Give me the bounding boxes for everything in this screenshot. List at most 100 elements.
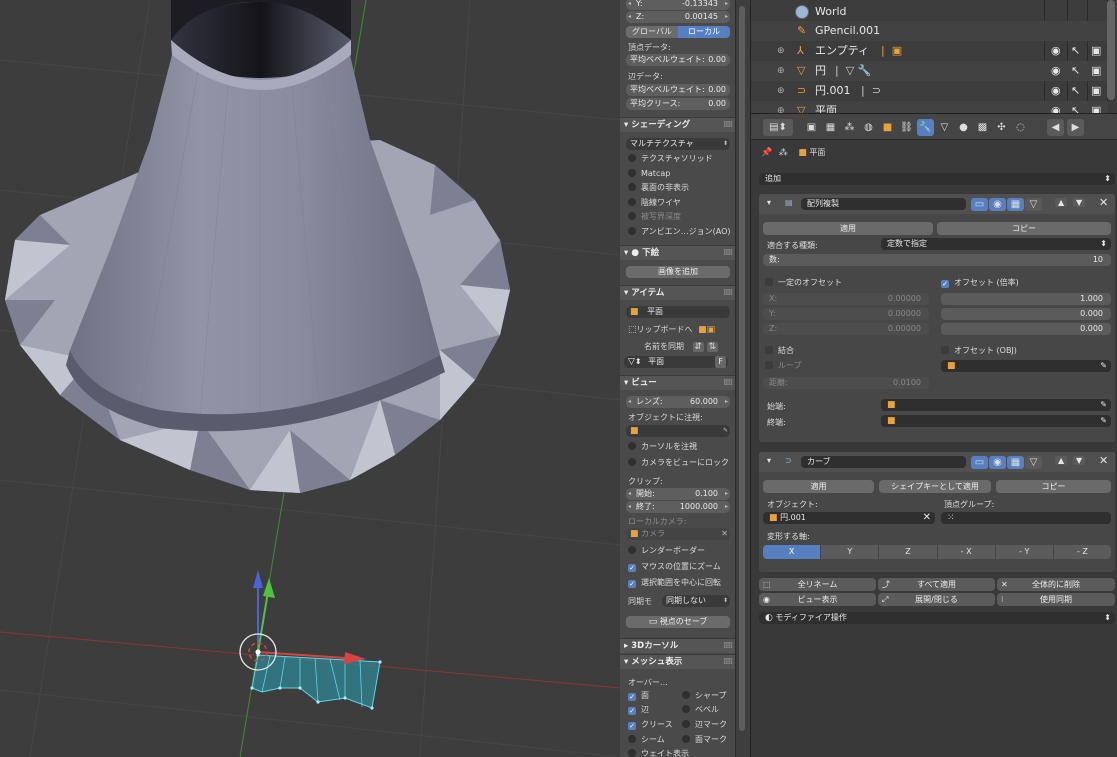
depth-of-field-checkbox[interactable]: 被写界深度 bbox=[628, 211, 681, 223]
outliner-row-circle-001[interactable]: ⊕ ⊃ 円.001 | ⊃ ◉ ↖ ▣ bbox=[751, 81, 1108, 101]
outliner-row-gpencil[interactable]: ✎ GPencil.001 bbox=[751, 21, 1108, 41]
constant-offset-checkbox[interactable]: 一定のオフセット bbox=[765, 277, 842, 289]
eyedropper-icon[interactable]: ✎ bbox=[1100, 360, 1107, 372]
lock-object-field[interactable]: ■ ✎ bbox=[626, 425, 730, 437]
curve-copy-button[interactable]: コピー bbox=[996, 480, 1111, 493]
copy-to-icon[interactable]: ■ bbox=[698, 325, 707, 335]
curve-object-field[interactable]: ■ 円.001 ✕ bbox=[763, 512, 935, 524]
viewport-display-button[interactable]: ◉ ビュー表示 bbox=[759, 593, 876, 606]
relative-offset-z-field[interactable]: 0.000 bbox=[941, 323, 1111, 335]
expand-icon[interactable]: ⊕ bbox=[777, 61, 785, 81]
render-tab-icon[interactable]: ▣ bbox=[803, 119, 820, 136]
panel-scrollbar[interactable] bbox=[736, 0, 750, 757]
clipboard-icon[interactable]: ⬚ bbox=[628, 325, 637, 335]
matcap-checkbox[interactable]: Matcap bbox=[628, 168, 670, 180]
collapse-arrow-icon[interactable]: ▾ bbox=[767, 198, 771, 207]
arrow-left-icon[interactable]: ◀ bbox=[1047, 119, 1064, 136]
editor-type-icon[interactable]: ▤⬍ bbox=[763, 119, 793, 136]
hidden-wire-checkbox[interactable]: 陰線ワイヤ bbox=[628, 197, 681, 209]
modifier-name-field[interactable]: 配列複製 bbox=[801, 198, 966, 210]
visibility-eye-icon[interactable]: ◉ bbox=[1051, 61, 1061, 81]
toggle-sync-button[interactable]: ⁝ 使用同期 bbox=[997, 593, 1115, 606]
background-images-header[interactable]: ▾ ● 下絵 ⁞⁞⁞⁞ bbox=[620, 245, 735, 261]
zoom-to-mouse-checkbox[interactable]: ✓ マウスの位置にズーム bbox=[628, 561, 721, 573]
end-cap-field[interactable]: ■ ✎ bbox=[881, 415, 1111, 427]
start-cap-field[interactable]: ■ ✎ bbox=[881, 399, 1111, 411]
location-y-field[interactable]: ◂ Y: -0.13343 ▸ bbox=[626, 0, 730, 10]
material-tab-icon[interactable]: ● bbox=[955, 119, 972, 136]
add-image-button[interactable]: 画像を追加 bbox=[626, 266, 730, 278]
fit-type-select[interactable]: 定数で指定 ⬍ bbox=[881, 238, 1111, 250]
eyedropper-icon[interactable]: ✎ bbox=[723, 425, 728, 437]
shading-panel-header[interactable]: ▾ シェーディング ⁞⁞⁞⁞ bbox=[620, 117, 735, 132]
outliner-row-circle[interactable]: ⊕ ▽ 円 | ▽ 🔧 ◉ ↖ ▣ bbox=[751, 61, 1108, 81]
sync-mode-select[interactable]: 同期しない ⬍ bbox=[662, 595, 730, 607]
select-cursor-icon[interactable]: ↖ bbox=[1071, 61, 1080, 81]
delete-all-button[interactable]: ✕ 全体的に削除 bbox=[997, 578, 1115, 591]
array-copy-button[interactable]: コピー bbox=[937, 222, 1111, 235]
select-cursor-icon[interactable]: ↖ bbox=[1071, 101, 1080, 113]
cursor-panel-header[interactable]: ▸ 3Dカーソル ⁞⁞⁞⁞ bbox=[620, 638, 735, 653]
clear-camera-icon[interactable]: ✕ bbox=[721, 528, 728, 540]
backface-culling-checkbox[interactable]: 裏面の非表示 bbox=[628, 182, 689, 194]
pin-icon[interactable]: 📌 bbox=[761, 148, 772, 158]
select-cursor-icon[interactable]: ↖ bbox=[1071, 41, 1080, 61]
bevel-checkbox[interactable]: ベベル bbox=[682, 704, 719, 716]
collapse-arrow-icon[interactable]: ▾ bbox=[767, 456, 771, 465]
apply-all-button[interactable]: ⤴ すべて適用 bbox=[878, 578, 995, 591]
object-tab-icon[interactable]: ■ bbox=[879, 119, 896, 136]
object-name-field[interactable]: ■ 平面 bbox=[626, 306, 730, 318]
render-camera-icon[interactable]: ▣ bbox=[1091, 41, 1101, 61]
visibility-eye-icon[interactable]: ◉ bbox=[1051, 101, 1061, 113]
3d-viewport[interactable] bbox=[0, 0, 620, 757]
physics-tab-icon[interactable]: ◌ bbox=[1012, 119, 1029, 136]
textured-solid-checkbox[interactable]: テクスチャソリッド bbox=[628, 153, 713, 165]
fake-user-button[interactable]: F bbox=[715, 356, 726, 368]
paste-from-icon[interactable]: ▣ bbox=[707, 325, 716, 335]
lock-cursor-checkbox[interactable]: カーソルを注視 bbox=[628, 441, 697, 453]
outliner-scrollbar[interactable] bbox=[1107, 0, 1115, 100]
sharp-checkbox[interactable]: シャープ bbox=[682, 690, 727, 702]
shading-mode-select[interactable]: マルチテクスチャ ⬍ bbox=[626, 138, 730, 150]
editmode-toggle-icon[interactable]: ▦ bbox=[1007, 456, 1024, 469]
clear-object-icon[interactable]: ✕ bbox=[923, 512, 931, 524]
world-tab-icon[interactable]: ◍ bbox=[860, 119, 877, 136]
select-cursor-icon[interactable]: ↖ bbox=[1071, 81, 1080, 101]
weight-checkbox[interactable]: ウェイト表示 bbox=[628, 748, 689, 757]
global-button[interactable]: グローバル bbox=[626, 26, 678, 38]
texture-tab-icon[interactable]: ▩ bbox=[974, 119, 991, 136]
viewport-eye-icon[interactable]: ◉ bbox=[989, 456, 1006, 469]
move-up-icon[interactable]: ▲ bbox=[1055, 198, 1068, 207]
sync-icon-a[interactable]: ⇵ bbox=[692, 342, 705, 352]
item-panel-header[interactable]: ▾ アイテム ⁞⁞⁞⁞ bbox=[620, 285, 735, 300]
edges-checkbox[interactable]: ✓ 辺 bbox=[628, 704, 649, 716]
merge-checkbox[interactable]: 結合 bbox=[765, 345, 794, 357]
modifiers-tab-icon[interactable]: 🔧 bbox=[917, 119, 934, 136]
render-border-checkbox[interactable]: レンダーボーダー bbox=[628, 545, 705, 557]
mesh-display-header[interactable]: ▾ メッシュ表示 ⁞⁞⁞⁞ bbox=[620, 654, 735, 669]
vertex-bevel-weight-field[interactable]: 平均ベベルウェイト: 0.00 bbox=[626, 54, 730, 66]
array-apply-button[interactable]: 適用 bbox=[763, 222, 933, 235]
outliner-row-world[interactable]: World bbox=[751, 2, 1108, 22]
particles-tab-icon[interactable]: ✣ bbox=[993, 119, 1010, 136]
move-up-icon[interactable]: ▲ bbox=[1055, 456, 1068, 465]
axis-neg-x-button[interactable]: - X bbox=[937, 545, 996, 559]
expand-icon[interactable]: ⊕ bbox=[777, 81, 785, 101]
count-field[interactable]: 数: 10 bbox=[763, 254, 1111, 266]
render-camera-icon[interactable]: ▣ bbox=[1091, 81, 1101, 101]
apply-as-shape-button[interactable]: シェイプキーとして適用 bbox=[879, 480, 991, 493]
axis-z-button[interactable]: Z bbox=[879, 545, 938, 559]
render-layers-tab-icon[interactable]: ▦ bbox=[822, 119, 839, 136]
visibility-eye-icon[interactable]: ◉ bbox=[1051, 41, 1061, 61]
modifier-name-field[interactable]: カーブ bbox=[801, 456, 966, 468]
constant-offset-x-field[interactable]: X: 0.00000 bbox=[763, 293, 929, 305]
constraints-tab-icon[interactable]: ⛓ bbox=[898, 119, 915, 136]
merge-distance-field[interactable]: 距離: 0.0100 bbox=[763, 377, 929, 389]
remove-modifier-icon[interactable]: ✕ bbox=[1099, 196, 1108, 209]
clip-start-field[interactable]: ◂ 開始: 0.100 ▸ bbox=[626, 488, 730, 500]
rotate-around-selection-checkbox[interactable]: ✓ 選択範囲を中心に回転 bbox=[628, 577, 721, 589]
relative-offset-checkbox[interactable]: ✓ オフセット (倍率) bbox=[941, 277, 1019, 289]
vertex-group-field[interactable]: ⁙ bbox=[941, 512, 1111, 524]
data-tab-icon[interactable]: ▽ bbox=[936, 119, 953, 136]
toggle-dot-icon[interactable]: ● bbox=[631, 246, 639, 261]
